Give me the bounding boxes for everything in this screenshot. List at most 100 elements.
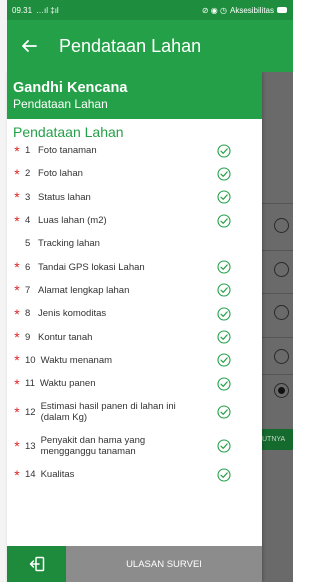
drawer-subtitle: Pendataan Lahan (13, 97, 108, 111)
question-number: 1 (25, 145, 31, 157)
required-mark: * (14, 189, 20, 206)
required-mark: * (14, 375, 20, 392)
question-label: Kualitas (40, 469, 75, 481)
question-item[interactable]: * 11 Waktu panen (7, 372, 262, 395)
background-divider (262, 250, 293, 251)
check-circle-icon (217, 439, 231, 453)
check-circle-icon (217, 167, 231, 181)
question-label: Tracking lahan (38, 238, 100, 250)
question-number: 10 (25, 354, 36, 366)
question-number: 11 (25, 378, 35, 390)
background-content: UTNYA (262, 72, 293, 582)
status-left: 09.31 …ıl ‡ıl (12, 6, 59, 15)
question-number: 8 (25, 308, 31, 320)
question-item[interactable]: * 9 Kontur tanah (7, 325, 262, 348)
status-icons: ⊘ ◉ ◷ (201, 5, 227, 15)
question-label: Kontur tanah (38, 331, 93, 343)
question-list: * 1 Foto tanaman * 2 Foto lahan * 3 Status lahan… (7, 139, 262, 487)
question-number: 14 (25, 469, 36, 481)
required-mark: * (14, 352, 20, 369)
question-label: Foto lahan (38, 168, 83, 180)
background-next-label: UTNYA (262, 436, 286, 443)
review-survey-label: ULASAN SURVEI (126, 558, 202, 570)
question-item[interactable]: * 4 Luas lahan (m2) (7, 209, 262, 232)
screen: 09.31 …ıl ‡ıl ⊘ ◉ ◷ Aksesibilitas Pendat… (0, 0, 293, 582)
question-item[interactable]: * 2 Foto lahan (7, 162, 262, 185)
check-circle-icon (217, 330, 231, 344)
check-circle-icon (217, 260, 231, 274)
required-mark: * (14, 259, 20, 276)
question-item[interactable]: * 1 Foto tanaman (7, 139, 262, 162)
battery-icon (277, 7, 287, 13)
status-time: 09.31 (12, 5, 33, 15)
question-number: 13 (25, 440, 36, 452)
question-number: 4 (25, 215, 31, 227)
logout-button[interactable] (7, 546, 66, 582)
check-circle-icon (217, 377, 231, 391)
check-circle-icon (217, 213, 231, 228)
logout-icon (29, 556, 44, 572)
background-radio-selected (274, 383, 289, 398)
required-mark: * (14, 305, 20, 322)
section-title: Pendataan Lahan (13, 124, 124, 140)
question-item[interactable]: * 8 Jenis komoditas (7, 302, 262, 325)
question-item[interactable]: 5 Tracking lahan (7, 232, 262, 255)
required-mark: * (14, 212, 20, 229)
question-item[interactable]: * 13 Penyakit dan hama yang mengganggu tan… (7, 429, 262, 463)
review-survey-button[interactable]: ULASAN SURVEI (66, 546, 262, 582)
drawer-title: Gandhi Kencana (13, 80, 128, 96)
background-divider (262, 374, 293, 375)
question-item[interactable]: * 10 Waktu menanam (7, 349, 262, 372)
accessibility-label: Aksesibilitas (229, 5, 274, 15)
check-circle-icon (217, 144, 231, 158)
check-circle-icon (217, 353, 231, 367)
required-mark: * (14, 404, 20, 421)
question-label: Jenis komoditas (38, 308, 107, 320)
question-item[interactable]: * 3 Status lahan (7, 186, 262, 209)
navigation-drawer: Gandhi Kencana Pendataan Lahan Pendataan… (7, 72, 262, 582)
check-circle-icon (217, 307, 231, 321)
question-number: 9 (25, 331, 31, 343)
required-mark: * (14, 466, 20, 483)
background-next-button: UTNYA (262, 429, 293, 450)
arrow-left-icon (22, 40, 37, 52)
question-label: Alamat lengkap lahan (38, 284, 130, 296)
app-title: Pendataan Lahan (59, 35, 202, 56)
question-number: 5 (25, 238, 31, 250)
back-button[interactable] (7, 20, 51, 72)
question-number: 12 (25, 406, 36, 418)
background-radio (274, 218, 289, 233)
check-circle-icon (217, 283, 231, 297)
drawer-bottom-bar: ULASAN SURVEI (7, 546, 262, 582)
background-divider (262, 293, 293, 294)
question-label: Penyakit dan hama yang mengganggu tanama… (40, 435, 146, 458)
question-label: Luas lahan (m2) (38, 215, 107, 227)
background-divider (262, 203, 293, 204)
required-mark: * (14, 165, 20, 182)
question-label: Waktu panen (39, 378, 96, 390)
question-number: 2 (25, 168, 31, 180)
question-item[interactable]: * 7 Alamat lengkap lahan (7, 279, 262, 302)
question-label: Tandai GPS lokasi Lahan (38, 261, 145, 273)
background-radio (274, 349, 289, 364)
status-bar: 09.31 …ıl ‡ıl ⊘ ◉ ◷ Aksesibilitas (7, 0, 293, 20)
required-mark: * (14, 142, 20, 159)
question-item[interactable]: * 14 Kualitas (7, 463, 262, 486)
status-right: ⊘ ◉ ◷ Aksesibilitas (202, 6, 287, 15)
question-label: Estimasi hasil panen di lahan ini (dalam… (40, 401, 176, 424)
check-circle-icon (217, 190, 231, 204)
question-item[interactable]: * 12 Estimasi hasil panen di lahan ini (da… (7, 395, 262, 429)
required-mark: * (14, 438, 20, 455)
question-number: 7 (25, 284, 31, 296)
required-mark: * (14, 282, 20, 299)
background-radio (274, 262, 289, 277)
question-label: Status lahan (38, 191, 91, 203)
question-label: Foto tanaman (38, 145, 97, 157)
signal-icon: …ıl ‡ıl (36, 5, 59, 15)
app-bar: Pendataan Lahan (7, 20, 293, 72)
required-mark: * (14, 329, 20, 346)
question-number: 6 (25, 261, 31, 273)
question-item[interactable]: * 6 Tandai GPS lokasi Lahan (7, 255, 262, 278)
check-circle-icon (217, 468, 231, 482)
background-divider (262, 337, 293, 338)
